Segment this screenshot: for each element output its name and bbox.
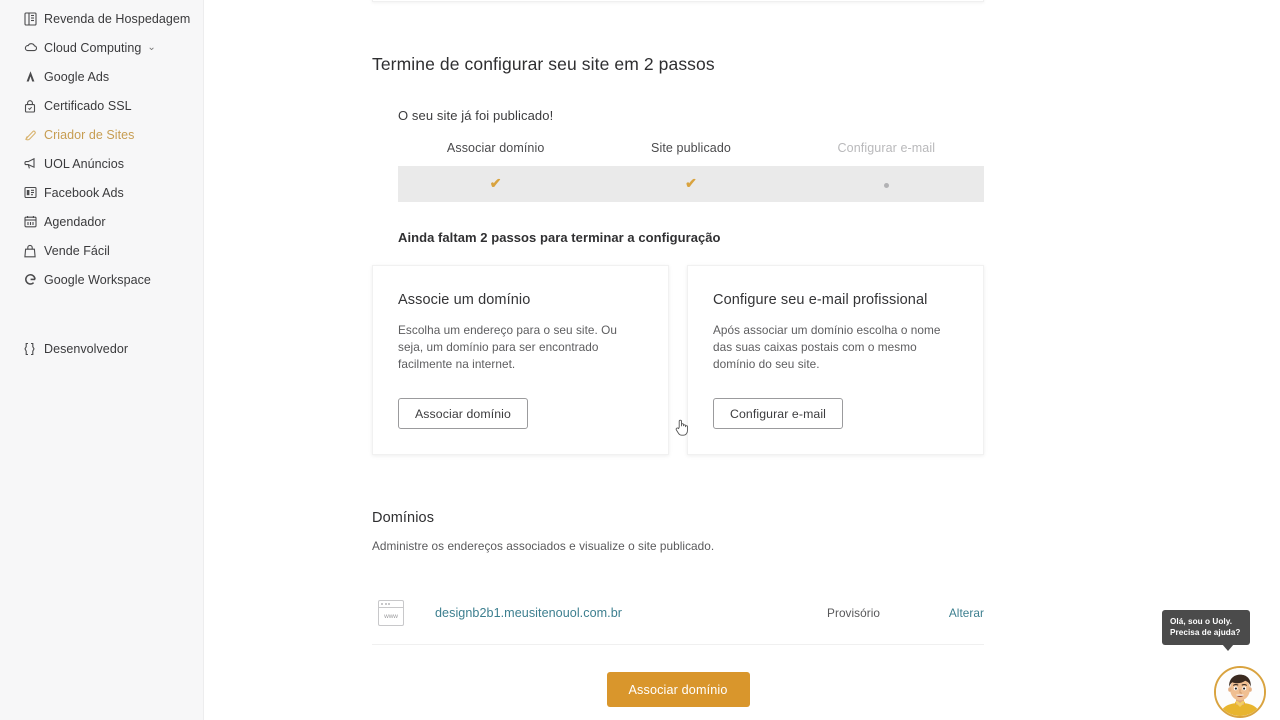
sidebar-item-label: Desenvolvedor <box>44 341 129 356</box>
chat-bubble-line-2: Precisa de ajuda? <box>1170 628 1241 637</box>
browser-window-icon-label: www <box>384 612 398 620</box>
sidebar-item-cloud-computing[interactable]: Cloud Computing ⌄ <box>0 33 203 62</box>
published-message: O seu site já foi publicado! <box>398 108 554 123</box>
content-column: Termine de configurar seu site em 2 pass… <box>372 0 984 707</box>
sidebar-item-label: Agendador <box>44 214 106 229</box>
step-label-configurar-email: Configurar e-mail <box>837 141 936 155</box>
sidebar-item-label: Facebook Ads <box>44 185 124 200</box>
sidebar-item-label: Cloud Computing <box>44 40 142 55</box>
bag-icon <box>24 244 44 258</box>
step-marker-3 <box>789 176 984 192</box>
step-label-site-publicado: Site publicado <box>651 141 731 155</box>
step-progress-bar: ✔ ✔ <box>398 166 984 202</box>
sidebar-item-certificado-ssl[interactable]: Certificado SSL <box>0 91 203 120</box>
sidebar-item-facebook-ads[interactable]: Facebook Ads <box>0 178 203 207</box>
card-associe-um-dominio: Associe um domínio Escolha um endereço p… <box>372 265 669 455</box>
domains-title: Domínios <box>372 510 435 526</box>
cta-wrapper: Associar domínio <box>372 672 984 707</box>
chat-bubble-line-1: Olá, sou o Uoly. <box>1170 617 1233 626</box>
sidebar: Revenda de Hospedagem Cloud Computing ⌄ … <box>0 0 204 720</box>
card-description: Escolha um endereço para o seu site. Ou … <box>398 323 618 371</box>
calendar-icon <box>24 215 44 228</box>
uoly-avatar-icon <box>1216 668 1264 716</box>
sidebar-item-google-ads[interactable]: Google Ads <box>0 62 203 91</box>
configurar-email-button[interactable]: Configurar e-mail <box>713 398 844 429</box>
sidebar-item-label: Google Ads <box>44 69 110 84</box>
sidebar-item-label: Vende Fácil <box>44 243 110 258</box>
sidebar-item-vende-facil[interactable]: Vende Fácil <box>0 236 203 265</box>
step-labels: Associar domínio Site publicado Configur… <box>398 141 984 155</box>
browser-window-icon: www <box>378 599 404 626</box>
sidebar-item-google-workspace[interactable]: Google Workspace <box>0 265 203 294</box>
step-marker-1: ✔ <box>398 176 593 192</box>
chevron-down-icon[interactable]: ⌄ <box>147 42 155 53</box>
sidebar-item-uol-anuncios[interactable]: UOL Anúncios <box>0 149 203 178</box>
remaining-steps-title: Ainda faltam 2 passos para terminar a co… <box>398 230 721 245</box>
megaphone-icon <box>24 157 44 170</box>
pending-dot-icon <box>883 183 889 188</box>
card-title: Configure seu e-mail profissional <box>713 292 928 308</box>
domains-section: Domínios Administre os endereços associa… <box>372 510 984 707</box>
server-icon <box>24 11 44 26</box>
associar-dominio-primary-button[interactable]: Associar domínio <box>606 672 750 707</box>
alterar-link[interactable]: Alterar <box>880 606 984 620</box>
page-root: Revenda de Hospedagem Cloud Computing ⌄ … <box>0 0 1280 720</box>
main-content: Termine de configurar seu site em 2 pass… <box>204 0 1280 720</box>
associar-dominio-button[interactable]: Associar domínio <box>398 398 528 429</box>
browser-window-icon-bar <box>379 601 403 608</box>
code-icon <box>24 342 44 356</box>
action-cards-row: Associe um domínio Escolha um endereço p… <box>372 265 984 455</box>
sidebar-item-revenda-de-hospedagem[interactable]: Revenda de Hospedagem <box>0 4 203 33</box>
google-g-icon <box>24 273 44 286</box>
site-builder-icon <box>24 128 44 142</box>
step-label-associar-dominio: Associar domínio <box>446 141 545 155</box>
sidebar-item-label: Revenda de Hospedagem <box>44 11 191 26</box>
page-title: Termine de configurar seu site em 2 pass… <box>372 54 715 74</box>
chat-bubble[interactable]: Olá, sou o Uoly. Precisa de ajuda? <box>1162 610 1250 651</box>
sidebar-item-label: Google Workspace <box>44 272 151 287</box>
google-ads-icon <box>24 70 44 83</box>
step-marker-2: ✔ <box>593 176 788 192</box>
lock-icon <box>24 99 44 113</box>
steps-indicator: Associar domínio Site publicado Configur… <box>398 141 984 202</box>
sidebar-item-label: Criador de Sites <box>44 127 135 142</box>
domains-description: Administre os endereços associados e vis… <box>372 539 715 553</box>
sidebar-item-agendador[interactable]: Agendador <box>0 207 203 236</box>
setup-progress-block: O seu site já foi publicado! Associar do… <box>372 108 984 202</box>
check-icon: ✔ <box>685 175 697 191</box>
sidebar-item-label: UOL Anúncios <box>44 156 125 171</box>
cloud-icon <box>24 42 44 53</box>
sidebar-item-criador-de-sites[interactable]: Criador de Sites <box>0 120 203 149</box>
domain-link[interactable]: designb2b1.meusitenouol.com.br <box>435 606 622 620</box>
chat-widget[interactable]: Olá, sou o Uoly. Precisa de ajuda? <box>1152 610 1272 720</box>
card-description: Após associar um domínio escolha o nome … <box>713 323 941 371</box>
check-icon: ✔ <box>489 175 502 191</box>
status-badge: Provisório <box>827 605 880 620</box>
card-title: Associe um domínio <box>398 292 531 308</box>
avatar[interactable] <box>1214 666 1266 718</box>
sidebar-item-label: Certificado SSL <box>44 98 132 113</box>
table-row: www designb2b1.meusitenouol.com.br Provi… <box>372 583 984 645</box>
card-configure-seu-email: Configure seu e-mail profissional Após a… <box>687 265 984 455</box>
sidebar-item-desenvolvedor[interactable]: Desenvolvedor <box>0 334 203 363</box>
facebook-ads-icon <box>24 186 44 199</box>
